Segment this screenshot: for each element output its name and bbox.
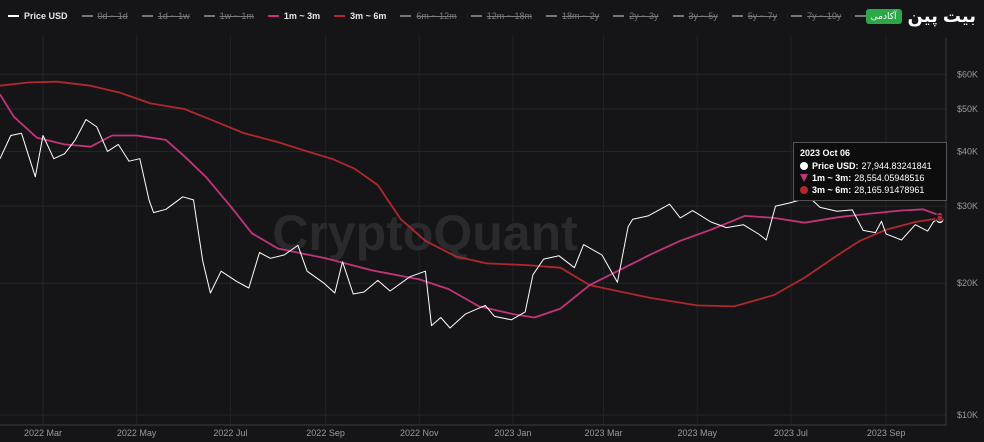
legend-item-6[interactable]: 6m ~ 12m (392, 0, 462, 32)
legend-swatch (267, 15, 279, 17)
legend-label: 5y ~ 7y (747, 11, 778, 21)
legend-item-12[interactable]: 7y ~ 10y (783, 0, 847, 32)
x-tick-label: 2023 Mar (585, 428, 623, 438)
legend-label: 7y ~ 10y (807, 11, 842, 21)
legend-label: 3m ~ 6m (350, 11, 387, 21)
x-tick-label: 2022 Sep (306, 428, 345, 438)
brand: آکادمی بیت پین (865, 6, 976, 27)
x-tick-label: 2022 Nov (400, 428, 439, 438)
x-tick-label: 2023 Jul (774, 428, 808, 438)
tooltip-series-name: Price USD: (812, 161, 859, 171)
legend-swatch (791, 15, 803, 17)
x-tick-label: 2023 May (677, 428, 717, 438)
legend-item-7[interactable]: 12m ~ 18m (463, 0, 538, 32)
legend-label: 0d ~ 1d (97, 11, 128, 21)
legend-label: 3y ~ 5y (688, 11, 718, 21)
tooltip-rows: Price USD: 27,944.83241841 1m ~ 3m: 28,554.… (800, 160, 940, 196)
y-tick-label: $60K (957, 69, 978, 79)
legend-item-1[interactable]: 0d ~ 1d (74, 0, 134, 32)
chart-svg: CryptoQuant $10K $20K $30K $40K $50K $60K 2022… (0, 0, 984, 442)
legend-swatch (334, 15, 346, 17)
legend-item-0[interactable]: Price USD (0, 0, 74, 32)
legend-swatch (613, 15, 625, 17)
legend-label: 12m ~ 18m (486, 11, 532, 21)
tooltip-row: 3m ~ 6m: 28,165.91478961 (800, 184, 940, 196)
legend-swatch (470, 15, 482, 17)
legend-swatch (731, 15, 743, 17)
legend-label: 1w ~ 1m (219, 11, 254, 21)
legend-swatch (672, 15, 684, 17)
legend-item-10[interactable]: 3y ~ 5y (665, 0, 724, 32)
tooltip-marker (800, 162, 808, 170)
y-tick-label: $20K (957, 278, 978, 288)
legend-item-3[interactable]: 1w ~ 1m (196, 0, 260, 32)
x-tick-label: 2022 Jul (213, 428, 247, 438)
legend-label: 2y ~ 3y (629, 11, 659, 21)
x-tick-label: 2022 May (117, 428, 157, 438)
y-tick-label: $40K (957, 146, 978, 156)
legend-item-4[interactable]: 1m ~ 3m (260, 0, 326, 32)
tooltip-date: 2023 Oct 06 (800, 148, 851, 158)
tooltip-value: 28,165.91478961 (854, 185, 925, 195)
y-tick-label: $10K (957, 410, 978, 420)
legend-item-8[interactable]: 18m ~ 2y (538, 0, 605, 32)
tooltip-value: 27,944.83241841 (861, 161, 932, 171)
legend: Price USD 0d ~ 1d 1d ~ 1w 1w ~ 1m 1m ~ 3m 3m … (0, 0, 894, 32)
legend-swatch (545, 15, 557, 17)
watermark: CryptoQuant (272, 205, 578, 261)
legend-label: 1d ~ 1w (157, 11, 190, 21)
legend-label: Price USD (24, 11, 68, 21)
legend-item-2[interactable]: 1d ~ 1w (134, 0, 196, 32)
hover-marker-2 (936, 214, 944, 222)
legend-swatch (203, 15, 215, 17)
y-tick-label: $30K (957, 201, 978, 211)
x-tick-label: 2023 Sep (867, 428, 906, 438)
legend-swatch (400, 15, 412, 17)
legend-label: 1m ~ 3m (283, 11, 321, 21)
legend-item-9[interactable]: 2y ~ 3y (605, 0, 664, 32)
legend-swatch (8, 15, 19, 17)
tooltip-marker (800, 174, 808, 182)
tooltip-row: Price USD: 27,944.83241841 (800, 160, 940, 172)
legend-item-11[interactable]: 5y ~ 7y (724, 0, 783, 32)
tooltip-series-name: 3m ~ 6m: (812, 185, 852, 195)
legend-swatch (81, 15, 93, 17)
tooltip-series-name: 1m ~ 3m: (812, 173, 852, 183)
tooltip-value: 28,554.05948516 (854, 173, 925, 183)
y-tick-label: $50K (957, 104, 978, 114)
tooltip-row: 1m ~ 3m: 28,554.05948516 (800, 172, 940, 184)
legend-item-5[interactable]: 3m ~ 6m (326, 0, 392, 32)
legend-label: 18m ~ 2y (561, 11, 600, 21)
hover-markers (935, 212, 945, 225)
brand-badge: آکادمی (865, 9, 902, 24)
x-tick-label: 2022 Mar (24, 428, 62, 438)
x-tick-label: 2023 Jan (494, 428, 531, 438)
legend-label: 6m ~ 12m (416, 11, 457, 21)
brand-logo-text: بیت پین (907, 6, 976, 26)
tooltip: 2023 Oct 06 Price USD: 27,944.83241841 1m … (793, 142, 947, 201)
legend-swatch (141, 15, 153, 17)
tooltip-marker (800, 186, 808, 194)
